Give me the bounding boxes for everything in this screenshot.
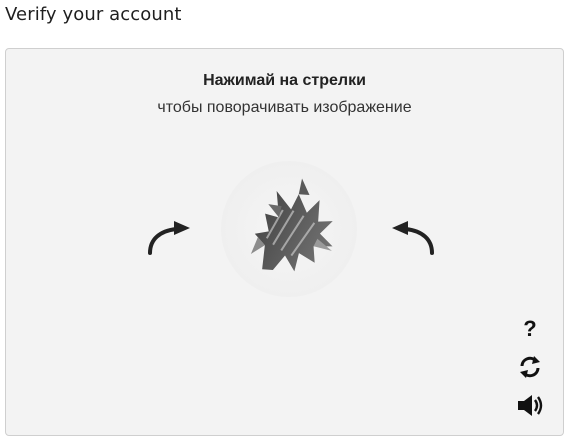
captcha-subheading: чтобы поворачивать изображение	[157, 99, 412, 116]
captcha-panel: Нажимай на стрелки чтобы поворачивать из…	[5, 48, 564, 436]
captcha-heading: Нажимай на стрелки	[203, 72, 366, 89]
refresh-button[interactable]	[512, 349, 548, 385]
captcha-tools: ?	[512, 311, 548, 425]
refresh-icon	[520, 356, 540, 378]
audio-button[interactable]	[512, 387, 548, 423]
help-button[interactable]: ?	[512, 311, 548, 347]
speaker-icon	[518, 395, 543, 416]
rotate-right-arrow-icon	[392, 221, 434, 255]
rotate-left-button[interactable]	[140, 213, 196, 257]
creature-image	[250, 178, 333, 272]
rotation-image	[221, 161, 357, 297]
rotate-left-arrow-icon	[148, 221, 190, 255]
rotate-right-button[interactable]	[386, 213, 442, 257]
page-title: Verify your account	[5, 4, 182, 25]
